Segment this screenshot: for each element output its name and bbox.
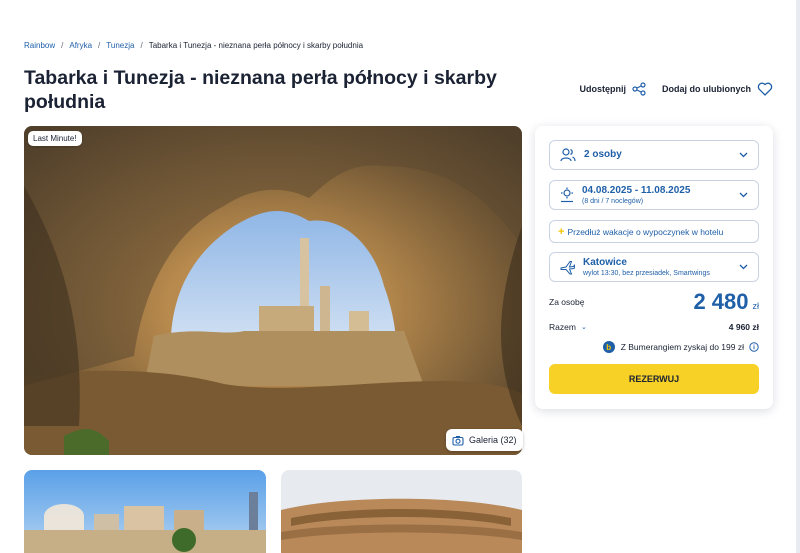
price-value: 2 480	[693, 289, 749, 314]
thumbnail-image-amphitheatre[interactable]	[281, 470, 522, 553]
chevron-down-icon: ⌄	[580, 324, 587, 331]
dates-value: 04.08.2025 - 11.08.2025	[582, 184, 691, 196]
breadcrumb-link-afryka[interactable]: Afryka	[69, 41, 92, 50]
per-person-label: Za osobę	[549, 297, 585, 307]
share-label: Udostępnij	[579, 84, 627, 94]
breadcrumb-link-tunezja[interactable]: Tunezja	[106, 41, 134, 50]
scrollbar[interactable]	[796, 0, 800, 553]
page-actions: Udostępnij Dodaj do ulubionych	[580, 82, 774, 96]
price-per-person-row: Za osobę 2 480 zł	[549, 289, 759, 315]
price-group: 2 480 zł	[693, 289, 759, 315]
breadcrumb-link-rainbow[interactable]: Rainbow	[24, 41, 55, 50]
thumbnail-photo-amphitheatre	[281, 470, 522, 553]
page-title: Tabarka i Tunezja - nieznana perła półno…	[24, 67, 497, 113]
breadcrumb-separator: /	[98, 41, 101, 50]
favorite-label: Dodaj do ulubionych	[662, 84, 751, 94]
chevron-down-icon	[739, 152, 748, 158]
total-toggle[interactable]: Razem ⌄	[549, 322, 587, 332]
breadcrumb-separator: /	[61, 41, 64, 50]
breadcrumb-separator: /	[140, 41, 143, 50]
plus-icon: +	[558, 225, 565, 238]
persons-icon	[560, 148, 576, 162]
hero-photo-ruins	[24, 126, 522, 455]
gallery-button[interactable]: Galeria (32)	[446, 429, 523, 451]
booking-panel: 2 osoby 04.08.2025 - 11.08.2025 (8 dni /…	[535, 126, 773, 409]
gallery-label: Galeria (32)	[469, 435, 517, 445]
share-icon	[632, 82, 646, 96]
extend-vacation-label: Przedłuż wakacje o wypoczynek w hotelu	[567, 226, 724, 237]
favorite-button[interactable]: Dodaj do ulubionych	[662, 82, 773, 96]
plane-icon	[560, 260, 575, 275]
calendar-sun-icon	[560, 187, 574, 203]
thumbnail-image-city[interactable]	[24, 470, 266, 553]
dates-duration: (8 dni / 7 noclegów)	[582, 197, 644, 205]
extend-vacation-button[interactable]: + Przedłuż wakacje o wypoczynek w hotelu	[549, 220, 759, 243]
thumbnail-photo-city	[24, 470, 266, 553]
last-minute-badge: Last Minute!	[28, 131, 82, 146]
reserve-button[interactable]: REZERWUJ	[549, 364, 759, 394]
departure-details: wylot 13:30, bez przesiadek, Smartwings	[583, 269, 710, 277]
persons-value: 2 osoby	[584, 149, 622, 160]
bumerang-text: Z Bumerangiem zyskaj do 199 zł	[620, 342, 744, 352]
heart-icon	[757, 82, 773, 96]
total-label: Razem	[549, 322, 576, 332]
dates-select[interactable]: 04.08.2025 - 11.08.2025 (8 dni / 7 nocle…	[549, 180, 759, 210]
breadcrumb-current: Tabarka i Tunezja - nieznana perła półno…	[148, 41, 364, 50]
breadcrumb: Rainbow / Afryka / Tunezja / Tabarka i T…	[24, 41, 363, 50]
departure-city: Katowice	[583, 256, 627, 268]
bumerang-logo-icon: b	[602, 341, 615, 353]
bumerang-row: b Z Bumerangiem zyskaj do 199 zł	[549, 339, 759, 355]
hero-image[interactable]	[24, 126, 522, 455]
info-icon[interactable]	[749, 342, 759, 352]
camera-icon	[452, 435, 464, 446]
share-button[interactable]: Udostępnij	[580, 82, 647, 96]
total-row: Razem ⌄ 4 960 zł	[549, 320, 759, 334]
price-currency: zł	[752, 301, 760, 311]
chevron-down-icon	[739, 192, 748, 198]
departure-select[interactable]: Katowice wylot 13:30, bez przesiadek, Sm…	[549, 252, 759, 282]
total-value: 4 960 zł	[728, 322, 759, 332]
chevron-down-icon	[739, 264, 748, 270]
persons-select[interactable]: 2 osoby	[549, 140, 759, 170]
